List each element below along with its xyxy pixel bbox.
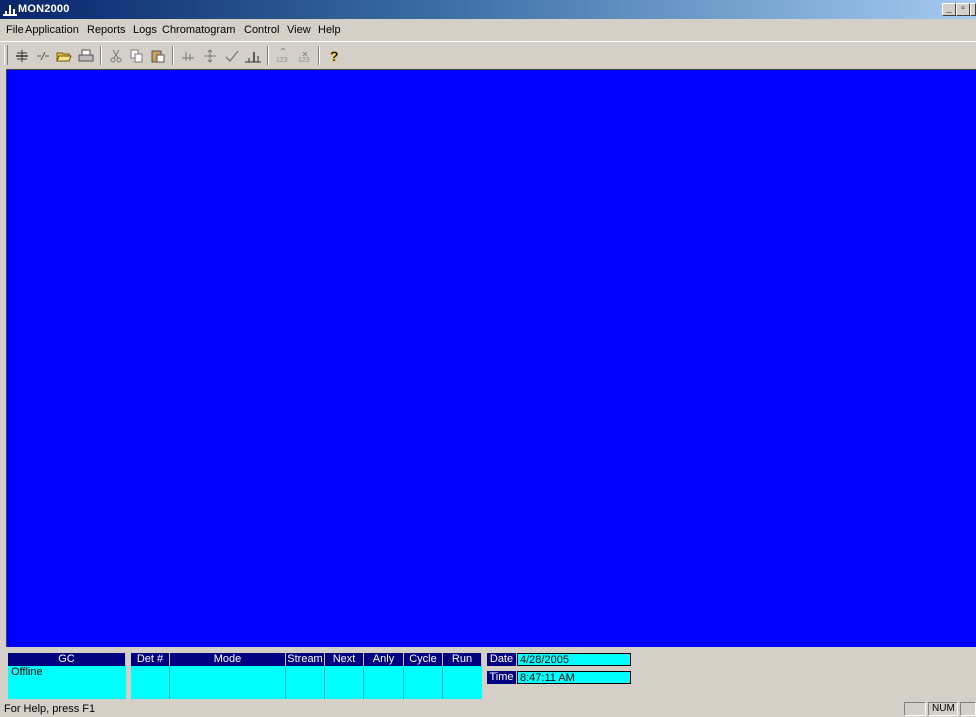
check-icon[interactable]: [222, 45, 242, 66]
copy-icon[interactable]: [127, 45, 147, 66]
col-header-det: Det #: [131, 653, 170, 666]
stream-cell[interactable]: [286, 666, 325, 699]
app-logo-icon: [3, 5, 17, 16]
col-header-cycle: Cycle: [404, 653, 443, 666]
restore-button[interactable]: ▫: [956, 3, 970, 16]
date-text: 4/28/2005: [520, 654, 569, 666]
col-header-run: Run: [443, 653, 482, 666]
col-header-stream: Stream: [286, 653, 325, 666]
print-icon[interactable]: [76, 45, 96, 66]
crosshair-icon[interactable]: [200, 45, 220, 66]
decrease-123-icon[interactable]: 123: [295, 45, 315, 66]
help-icon[interactable]: ?: [324, 45, 344, 66]
date-value: 4/28/2005: [517, 653, 631, 666]
connect-icon[interactable]: [12, 45, 32, 66]
col-header-next: Next: [325, 653, 364, 666]
det-cell[interactable]: [131, 666, 170, 699]
main-client-area: [6, 69, 976, 647]
menu-control[interactable]: Control: [244, 24, 279, 36]
menu-file[interactable]: File: [6, 24, 24, 36]
status-bar: For Help, press F1 NUM: [0, 701, 976, 717]
increase-123-icon[interactable]: 123: [273, 45, 293, 66]
open-folder-icon[interactable]: [54, 45, 74, 66]
close-button[interactable]: [970, 3, 976, 16]
toolbar: 123 123 ?: [0, 41, 976, 69]
title-bar: MON2000 _ ▫: [0, 0, 976, 19]
menu-application[interactable]: Application: [25, 24, 79, 36]
svg-text:123: 123: [276, 57, 288, 64]
menu-help[interactable]: Help: [318, 24, 341, 36]
toolbar-separator: [318, 46, 320, 65]
time-label: Time: [487, 671, 517, 684]
status-pane-scroll: [960, 702, 976, 716]
num-lock-indicator: NUM: [928, 702, 958, 716]
toolbar-separator: [267, 46, 269, 65]
gc-status-text: Offline: [11, 666, 43, 678]
chromatogram-icon[interactable]: [243, 45, 263, 66]
window-title: MON2000: [18, 3, 70, 15]
disconnect-icon[interactable]: [33, 45, 53, 66]
mode-cell[interactable]: [170, 666, 286, 699]
svg-text:?: ?: [330, 48, 339, 64]
time-text: 8:47:11 AM: [520, 672, 575, 684]
menu-view[interactable]: View: [287, 24, 311, 36]
svg-text:123: 123: [298, 57, 310, 64]
toolbar-separator: [100, 46, 102, 65]
peak-icon[interactable]: [178, 45, 198, 66]
cycle-cell[interactable]: [404, 666, 443, 699]
gc-status-panel: GC Offline Det # Mode Stream Next Anly C…: [0, 648, 976, 701]
cut-icon[interactable]: [106, 45, 126, 66]
gc-status-cell[interactable]: Offline: [8, 666, 126, 699]
status-pane-empty: [904, 702, 926, 716]
anly-cell[interactable]: [364, 666, 404, 699]
menu-reports[interactable]: Reports: [87, 24, 126, 36]
paste-icon[interactable]: [148, 45, 168, 66]
col-header-anly: Anly: [364, 653, 404, 666]
status-help-text: For Help, press F1: [4, 703, 96, 715]
next-cell[interactable]: [325, 666, 364, 699]
toolbar-grip[interactable]: [4, 45, 8, 65]
minimize-button[interactable]: _: [942, 3, 956, 16]
menu-chromatogram[interactable]: Chromatogram: [162, 24, 235, 36]
run-cell[interactable]: [443, 666, 482, 699]
col-header-mode: Mode: [170, 653, 286, 666]
menu-bar: File Application Reports Logs Chromatogr…: [0, 20, 976, 40]
menu-logs[interactable]: Logs: [133, 24, 157, 36]
toolbar-separator: [172, 46, 174, 65]
time-value: 8:47:11 AM: [517, 671, 631, 684]
date-label: Date: [487, 653, 517, 666]
gc-header: GC: [8, 653, 126, 666]
